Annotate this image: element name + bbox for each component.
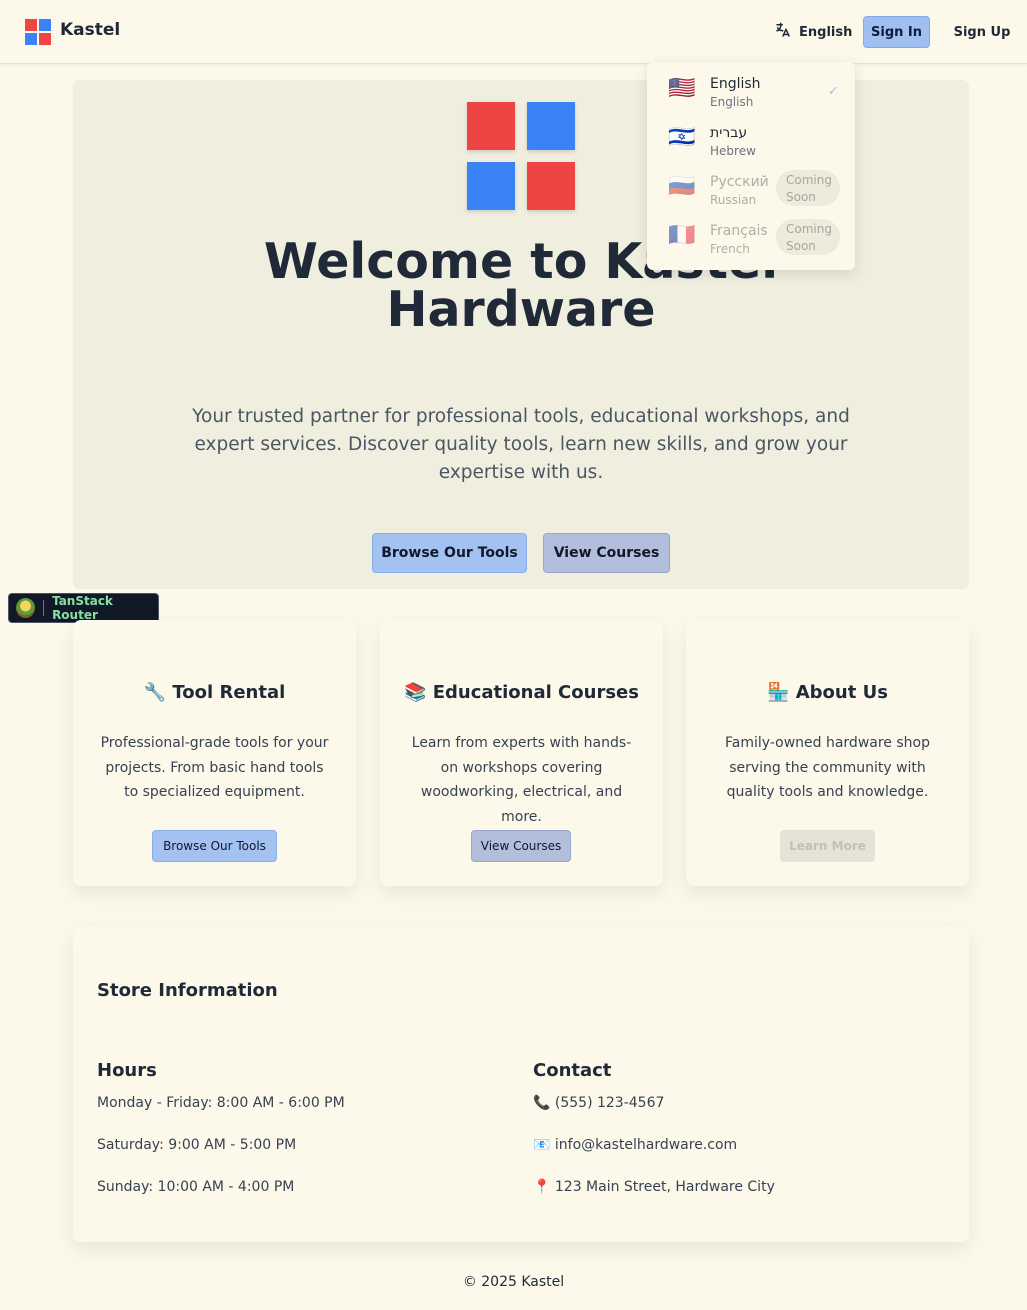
feature-card-about: 🏪 About Us Family-owned hardware shop se… xyxy=(686,620,969,886)
view-courses-button[interactable]: View Courses xyxy=(543,533,670,573)
contact-address: 📍 123 Main Street, Hardware City xyxy=(533,1179,775,1195)
card-description: Professional-grade tools for your projec… xyxy=(100,735,329,800)
sign-up-button[interactable]: Sign Up xyxy=(952,16,1012,48)
view-courses-card-button[interactable]: View Courses xyxy=(471,830,571,862)
hours-weekday: Monday - Friday: 8:00 AM - 6:00 PM xyxy=(97,1095,345,1111)
card-description: Learn from experts with hands-on worksho… xyxy=(411,735,632,825)
card-title: 🔧 Tool Rental xyxy=(143,682,286,703)
language-option-russian: 🇷🇺 Русский Russian Coming Soon xyxy=(647,164,855,212)
footer-copyright: © 2025 Kastel xyxy=(462,1274,565,1290)
language-english-name: Hebrew xyxy=(710,144,756,158)
language-option-hebrew[interactable]: 🇮🇱 עברית Hebrew xyxy=(647,115,855,163)
learn-more-button[interactable]: Learn More xyxy=(780,830,875,862)
language-name: Français xyxy=(710,223,768,239)
israel-flag-icon: 🇮🇱 xyxy=(668,125,696,150)
russia-flag-icon: 🇷🇺 xyxy=(668,174,696,199)
language-name: English xyxy=(710,76,761,92)
browse-tools-button[interactable]: Browse Our Tools xyxy=(372,533,527,573)
browse-tools-card-button[interactable]: Browse Our Tools xyxy=(152,830,277,862)
language-english-name: French xyxy=(710,242,750,256)
language-option-french: 🇫🇷 Français French Coming Soon xyxy=(647,213,855,261)
card-title: 🏪 About Us xyxy=(767,682,888,703)
check-icon: ✓ xyxy=(828,84,839,99)
card-title: 📚 Educational Courses xyxy=(404,682,639,703)
language-english-name: English xyxy=(710,95,754,109)
language-name: עברית xyxy=(710,125,748,141)
devtools-label: TanStack Router xyxy=(52,594,113,622)
divider xyxy=(43,600,45,616)
store-information-card: Store Information Hours Monday - Friday:… xyxy=(73,926,969,1242)
store-title: Store Information xyxy=(97,980,278,1001)
language-dropdown-menu: 🇺🇸 English English ✓ 🇮🇱 עברית Hebrew 🇷🇺 … xyxy=(647,62,855,270)
feature-card-tool-rental: 🔧 Tool Rental Professional-grade tools f… xyxy=(73,620,356,886)
coming-soon-badge: Coming Soon xyxy=(776,219,840,255)
language-english-name: Russian xyxy=(710,193,757,207)
contact-email: 📧 info@kastelhardware.com xyxy=(533,1137,738,1153)
coming-soon-badge: Coming Soon xyxy=(776,170,840,206)
france-flag-icon: 🇫🇷 xyxy=(668,223,696,248)
brand-name[interactable]: Kastel xyxy=(60,20,120,40)
contact-title: Contact xyxy=(533,1060,612,1081)
us-flag-icon: 🇺🇸 xyxy=(668,76,696,101)
tanstack-logo-icon xyxy=(16,598,36,618)
hours-sunday: Sunday: 10:00 AM - 4:00 PM xyxy=(97,1179,295,1195)
card-description: Family-owned hardware shop serving the c… xyxy=(725,735,930,800)
hero-subtitle: Your trusted partner for professional to… xyxy=(192,406,850,483)
kastel-logo-icon[interactable] xyxy=(25,19,51,45)
hours-title: Hours xyxy=(97,1060,157,1081)
language-name: Русский xyxy=(710,174,769,190)
top-header: Kastel English Sign In Sign Up xyxy=(0,0,1027,64)
translate-icon xyxy=(774,21,792,43)
language-option-english[interactable]: 🇺🇸 English English ✓ xyxy=(647,66,855,114)
language-switcher-button[interactable]: English xyxy=(774,21,852,43)
sign-in-button[interactable]: Sign In xyxy=(863,16,930,48)
tanstack-router-devtools-button[interactable]: TanStack Router xyxy=(8,593,159,623)
hours-saturday: Saturday: 9:00 AM - 5:00 PM xyxy=(97,1137,297,1153)
contact-phone: 📞 (555) 123-4567 xyxy=(533,1095,665,1111)
feature-card-courses: 📚 Educational Courses Learn from experts… xyxy=(380,620,663,886)
hero-logo-icon xyxy=(467,102,575,210)
language-label: English xyxy=(799,24,853,40)
